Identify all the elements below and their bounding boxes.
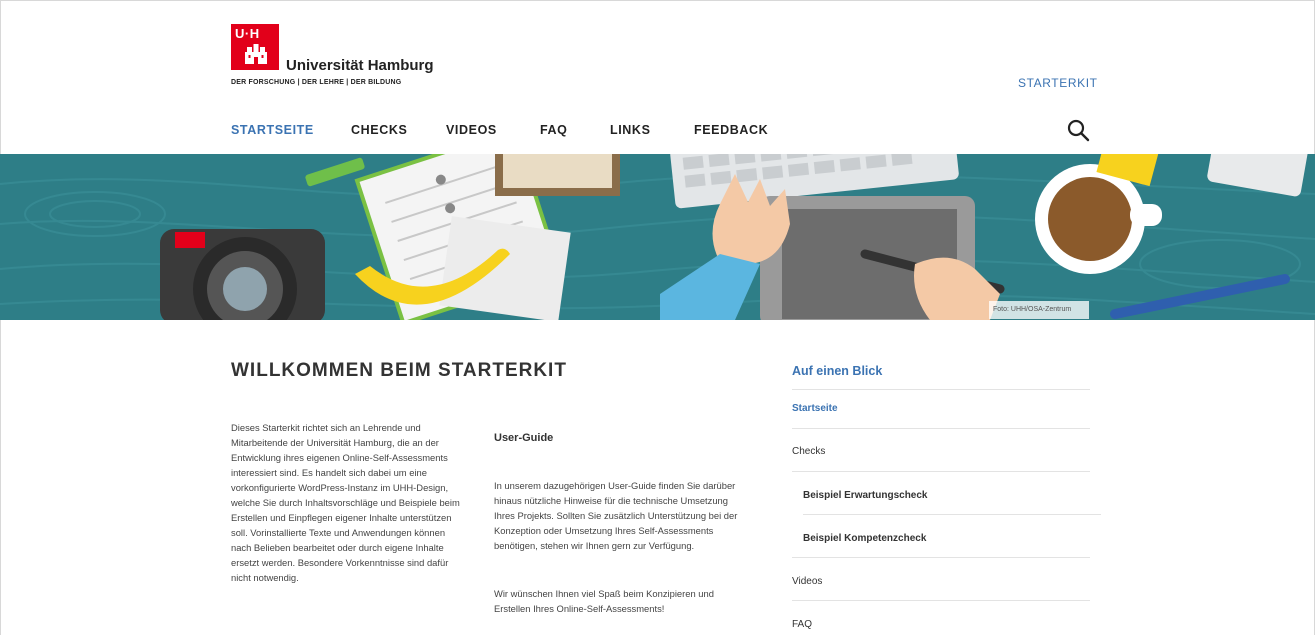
castle-icon [245, 44, 267, 64]
photo-credit: Foto: UHH/OSA-Zentrum [989, 301, 1089, 319]
sidebar-item-startseite[interactable]: Startseite [792, 403, 838, 414]
sidebar-item-videos[interactable]: Videos [792, 576, 822, 587]
desk-illustration [0, 154, 1315, 320]
sidebar-divider [792, 389, 1090, 390]
logo-mark: U·H [231, 24, 279, 70]
user-guide-closing: Wir wünschen Ihnen viel Spaß beim Konzip… [494, 588, 714, 614]
intro-text: Dieses Starterkit richtet sich an Lehren… [231, 422, 460, 583]
sidebar-item-kompetenzcheck[interactable]: Beispiel Kompetenzcheck [803, 533, 926, 544]
sidebar-divider [792, 428, 1090, 429]
nav-feedback[interactable]: FEEDBACK [694, 123, 784, 137]
sidebar-divider [792, 600, 1090, 601]
sidebar-divider [792, 557, 1090, 558]
nav-checks[interactable]: CHECKS [351, 123, 446, 137]
logo-mark-text: U·H [235, 26, 260, 41]
hero-banner [0, 154, 1315, 320]
nav-startseite[interactable]: STARTSEITE [231, 123, 351, 137]
sidebar-divider [792, 471, 1090, 472]
nav-faq[interactable]: FAQ [540, 123, 610, 137]
sidebar-title: Auf einen Blick [792, 364, 883, 378]
sidebar-item-checks[interactable]: Checks [792, 446, 825, 457]
logo-tagline: DER FORSCHUNG | DER LEHRE | DER BILDUNG [231, 79, 402, 86]
sidebar-item-faq[interactable]: FAQ [792, 619, 812, 630]
camera [160, 229, 325, 320]
sidebar-item-erwartungscheck[interactable]: Beispiel Erwartungscheck [803, 490, 928, 501]
nav-links[interactable]: LINKS [610, 123, 694, 137]
university-logo[interactable]: U·H Universität Hamburg DER FORSCHUNG | … [231, 24, 434, 86]
nav-videos[interactable]: VIDEOS [446, 123, 540, 137]
user-guide-text: In unserem dazugehörigen User-Guide find… [494, 480, 738, 551]
main-nav: STARTSEITE CHECKS VIDEOS FAQ LINKS FEEDB… [231, 123, 784, 137]
page-title: WILLKOMMEN BEIM STARTERKIT [231, 360, 567, 381]
sidebar-divider [803, 514, 1101, 515]
search-icon[interactable] [1066, 118, 1090, 142]
starterkit-link[interactable]: STARTERKIT [1018, 76, 1098, 90]
logo-name: Universität Hamburg [286, 57, 434, 74]
user-guide-title: User-Guide [494, 432, 554, 444]
